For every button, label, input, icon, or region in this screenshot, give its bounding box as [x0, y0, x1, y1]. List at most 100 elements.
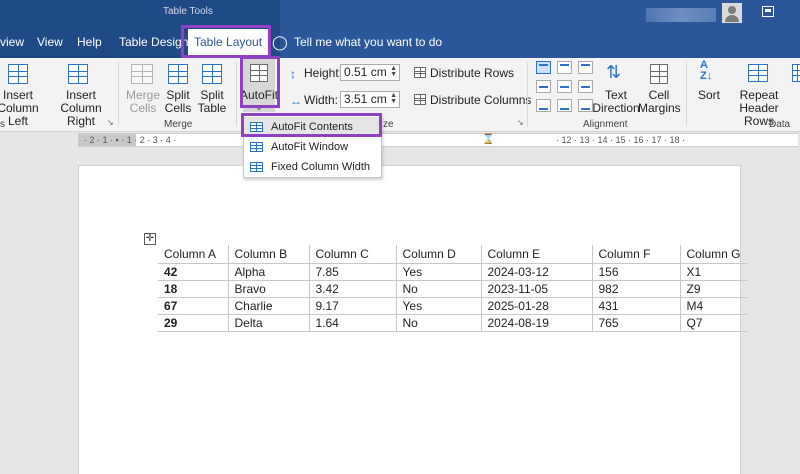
autofit-window-icon	[250, 142, 263, 152]
table-cell[interactable]: Z9	[679, 280, 747, 298]
spinner-arrows-icon[interactable]: ▲ ▼	[390, 65, 397, 78]
table-cell[interactable]: 42	[158, 263, 228, 281]
table-cell[interactable]: No	[395, 314, 481, 332]
table-cell[interactable]: Alpha	[227, 263, 309, 281]
table-cell[interactable]: 2023-11-05	[480, 280, 592, 298]
separator	[118, 62, 119, 126]
tab-help[interactable]: Help	[77, 29, 102, 56]
horizontal-ruler[interactable]: · 2 · 1 · ▪ · 1 · 2 · 3 · 4 · · 12 · 13 …	[78, 133, 798, 147]
merge-cells-button[interactable]: Merge Cells	[123, 89, 163, 115]
table-cell[interactable]: 18	[158, 280, 228, 298]
width-spinner[interactable]: 3.51 cm ▲ ▼	[340, 91, 400, 108]
avatar[interactable]	[722, 3, 742, 23]
autofit-contents-icon	[250, 122, 263, 132]
height-icon: ↕	[290, 67, 296, 81]
table-cell[interactable]: 67	[158, 297, 228, 315]
table-row: 67 Charlie 9.17 Yes 2025-01-28 431 M4	[158, 297, 747, 315]
table-row: 29 Delta 1.64 No 2024-08-19 765 Q7	[158, 314, 747, 332]
table-cell[interactable]: 2025-01-28	[480, 297, 592, 315]
distribute-columns-icon	[414, 94, 426, 105]
table-header-cell[interactable]: Column B	[227, 245, 309, 264]
sort-button[interactable]: Sort	[694, 89, 724, 102]
restore-icon[interactable]	[762, 6, 774, 17]
table-cell[interactable]: 1.64	[308, 314, 396, 332]
align-center-left-button[interactable]	[536, 80, 551, 93]
autofit-contents-item[interactable]: AutoFit Contents	[244, 117, 381, 137]
height-spinner[interactable]: 0.51 cm ▲ ▼	[340, 64, 400, 81]
tab-view-partial[interactable]: view	[0, 29, 24, 56]
insert-column-left-button[interactable]: Insert Column Left	[0, 89, 46, 128]
spinner-arrows-icon[interactable]: ▲ ▼	[390, 92, 397, 105]
table-header-cell[interactable]: Column E	[480, 245, 592, 264]
align-top-left-button[interactable]	[536, 61, 551, 74]
align-bottom-left-button[interactable]	[536, 99, 551, 112]
table-header-cell[interactable]: Column A	[158, 245, 228, 264]
table-cell[interactable]: M4	[679, 297, 747, 315]
table-cell[interactable]: 29	[158, 314, 228, 332]
tab-view[interactable]: View	[37, 29, 63, 56]
distribute-rows-button[interactable]: Distribute Rows	[430, 67, 514, 80]
table-cell[interactable]: Bravo	[227, 280, 309, 298]
blurred-account	[646, 8, 716, 22]
table-cell[interactable]: No	[395, 280, 481, 298]
align-center-button[interactable]	[557, 80, 572, 93]
table-move-handle-icon[interactable]: ✛	[144, 233, 156, 245]
table-row: 42 Alpha 7.85 Yes 2024-03-12 156 X1	[158, 263, 747, 281]
text-direction-button[interactable]: Text Direction	[592, 89, 640, 115]
table-cell[interactable]: Charlie	[227, 297, 309, 315]
tell-me-search[interactable]: Tell me what you want to do	[294, 29, 442, 56]
cell-margins-button[interactable]: Cell Margins	[638, 89, 681, 115]
table-cell[interactable]: 982	[591, 280, 680, 298]
lightbulb-icon: ◯	[272, 34, 288, 50]
insert-column-right-button[interactable]: Insert Column Right	[48, 89, 114, 128]
table-cell[interactable]: Q7	[679, 314, 747, 332]
align-bottom-center-button[interactable]	[557, 99, 572, 112]
table-header-cell[interactable]: Column G	[679, 245, 747, 264]
width-icon: ↔	[290, 94, 302, 108]
table-cell[interactable]: 431	[591, 297, 680, 315]
tab-table-layout[interactable]: Table Layout	[188, 29, 269, 58]
width-value: 3.51 cm	[344, 92, 387, 106]
text-direction-icon: ⇅	[606, 62, 622, 82]
group-label-merge: Merge	[164, 119, 193, 130]
title-bar: Table Tools view View Help Table Design …	[0, 0, 800, 58]
repeat-header-rows-icon	[748, 64, 768, 82]
align-top-center-button[interactable]	[557, 61, 572, 74]
dialog-launcher-icon[interactable]: ↘	[107, 118, 114, 127]
align-top-right-button[interactable]	[578, 61, 593, 74]
table-header-cell[interactable]: Column C	[308, 245, 396, 264]
align-center-right-button[interactable]	[578, 80, 593, 93]
table-header-cell[interactable]: Column D	[395, 245, 481, 264]
autofit-menu: AutoFit Contents AutoFit Window Fixed Co…	[243, 114, 382, 178]
tab-table-design[interactable]: Table Design	[119, 29, 188, 56]
convert-to-text-icon	[792, 64, 800, 82]
table-cell[interactable]: 7.85	[308, 263, 396, 281]
ruler-marks-right: · 12 · 13 · 14 · 15 · 16 · 17 · 18 ·	[556, 135, 686, 145]
document-table[interactable]: Column A Column B Column C Column D Colu…	[158, 245, 747, 332]
table-cell[interactable]: Yes	[395, 297, 481, 315]
table-cell[interactable]: 9.17	[308, 297, 396, 315]
group-label-data: Data	[769, 119, 791, 130]
split-cells-icon	[168, 64, 188, 84]
distribute-columns-button[interactable]: Distribute Columns	[430, 94, 531, 107]
split-cells-button[interactable]: Split Cells	[161, 89, 195, 115]
split-table-button[interactable]: Split Table	[195, 89, 229, 115]
dialog-launcher-icon[interactable]: ↘	[517, 118, 524, 127]
table-cell[interactable]: 3.42	[308, 280, 396, 298]
autofit-window-item[interactable]: AutoFit Window	[244, 137, 381, 157]
autofit-button[interactable]: AutoFit ⌄	[240, 58, 278, 112]
table-cell[interactable]: Delta	[227, 314, 309, 332]
fixed-column-width-item[interactable]: Fixed Column Width	[244, 157, 381, 177]
group-label-rows-columns: s	[0, 119, 5, 130]
table-cell[interactable]: 2024-08-19	[480, 314, 592, 332]
table-cell[interactable]: 2024-03-12	[480, 263, 592, 281]
separator	[236, 62, 237, 126]
table-header-cell[interactable]: Column F	[591, 245, 680, 264]
align-bottom-right-button[interactable]	[578, 99, 593, 112]
indent-marker-icon[interactable]: ⌛	[482, 134, 494, 145]
merge-cells-icon	[131, 64, 153, 84]
table-cell[interactable]: Yes	[395, 263, 481, 281]
table-cell[interactable]: 765	[591, 314, 680, 332]
table-cell[interactable]: 156	[591, 263, 680, 281]
table-cell[interactable]: X1	[679, 263, 747, 281]
